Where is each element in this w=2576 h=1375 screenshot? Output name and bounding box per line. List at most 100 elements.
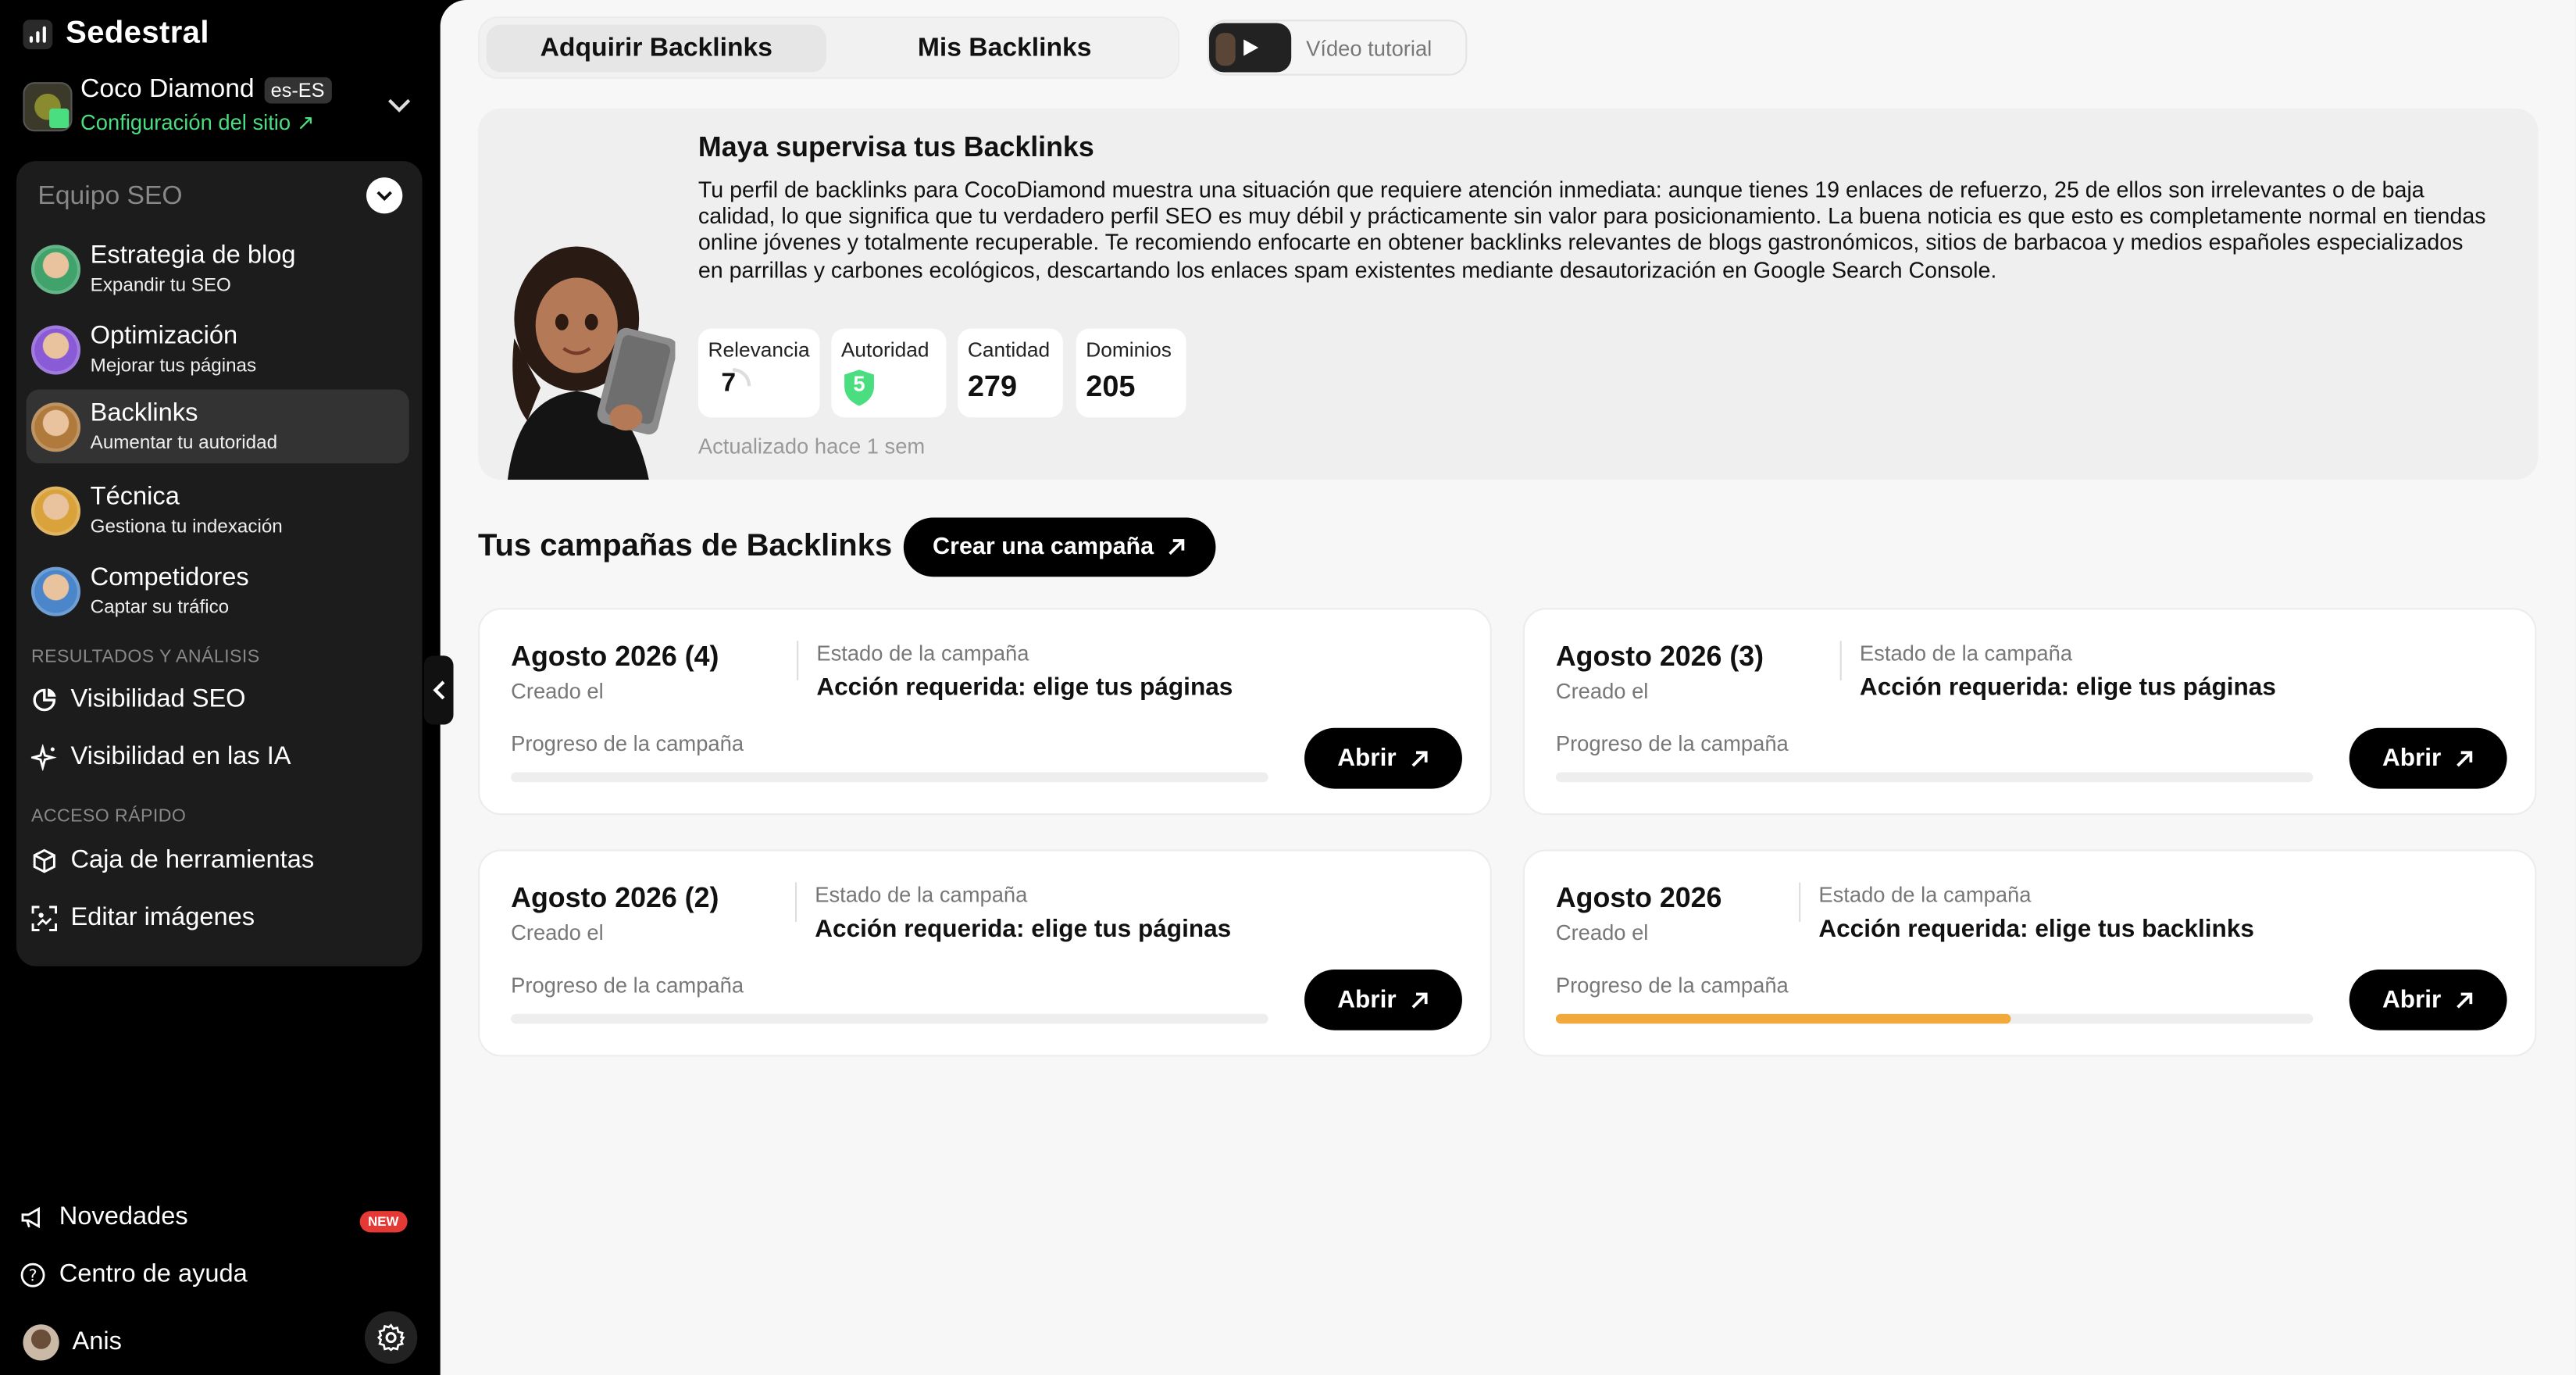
user-menu[interactable]: Anis [23,1324,122,1361]
create-campaign-button[interactable]: Crear una campaña [903,517,1216,577]
open-campaign-button[interactable]: Abrir [2349,969,2507,1030]
open-label: Abrir [2382,744,2442,773]
agent-avatar [30,245,81,295]
campaign-progress-fill [1555,1013,2010,1024]
help-circle-icon: ? [20,1262,46,1288]
campaign-progress-label: Progreso de la campaña [1555,730,1789,756]
chevron-down-icon [376,190,392,201]
divider [1799,882,1801,922]
sidebar-item-optimization[interactable]: Optimización Mejorar tus páginas [27,312,409,387]
cube-icon [31,848,58,874]
open-label: Abrir [2382,985,2442,1014]
site-name-text: Coco Diamond [80,75,255,104]
campaign-status-label: Estado de la campaña [1818,882,2032,908]
brand[interactable]: Sedestral [23,16,209,52]
arrow-up-right-icon [1411,750,1428,766]
quick-access-label: ACCESO RÁPIDO [30,806,187,827]
nav-label: Caja de herramientas [70,846,315,874]
sparkles-icon [30,744,58,771]
sidebar-collapse-handle[interactable] [423,655,454,725]
agent-subtitle: Aumentar tu autoridad [90,434,278,454]
metric-authority: Autoridad 5 [831,328,947,418]
nav-label: Visibilidad SEO [70,685,246,713]
open-campaign-button[interactable]: Abrir [1304,969,1462,1030]
sidebar-item-technical[interactable]: Técnica Gestiona tu indexación [27,473,409,548]
campaign-name: Agosto 2026 (2) [511,882,719,914]
campaign-progress-label: Progreso de la campaña [511,730,744,756]
sidebar-item-edit-images[interactable]: Editar imágenes [31,904,255,934]
nav-label: Visibilidad en las IA [70,742,291,771]
external-arrow-icon: ↗ [296,109,315,135]
open-label: Abrir [1337,985,1397,1014]
chevron-down-icon[interactable] [387,92,411,119]
maya-title: Maya supervisa tus Backlinks [698,131,1094,163]
site-selector[interactable]: Coco Diamond es-ES Configuración del sit… [23,76,417,141]
campaign-status: Acción requerida: elige tus páginas [816,673,1233,702]
sidebar-item-blog-strategy[interactable]: Estrategia de blog Expandir tu SEO [27,232,409,306]
svg-text:?: ? [29,1266,37,1285]
agent-title: Optimización [90,322,238,351]
news-label: Novedades [59,1202,188,1231]
campaign-created: Creado el [511,920,604,945]
news-link[interactable]: Novedades [20,1202,188,1233]
tab-my-backlinks[interactable]: Mis Backlinks [834,25,1174,73]
agent-avatar [30,402,81,452]
divider [797,641,799,680]
open-campaign-button[interactable]: Abrir [1304,727,1462,789]
site-name: Coco Diamond es-ES [80,76,331,105]
campaign-progress-bar [511,772,1268,783]
agent-subtitle: Expandir tu SEO [90,276,231,296]
seo-team-title: Equipo SEO [37,182,183,211]
metric-domains: Dominios 205 [1076,328,1186,418]
campaign-name: Agosto 2026 (3) [1555,641,1764,673]
sidebar: Sedestral Coco Diamond es-ES Configuraci… [0,0,441,1375]
metric-label: Cantidad [967,338,1051,362]
nav-label: Editar imágenes [70,903,255,932]
campaign-status-label: Estado de la campaña [816,641,1029,666]
sidebar-item-ai-visibility[interactable]: Visibilidad en las IA [30,742,291,773]
chevron-left-icon [433,680,445,700]
video-thumbnail [1209,23,1292,73]
campaign-card: Agosto 2026 (2) Creado el Estado de la c… [478,849,1492,1057]
metric-relevance: Relevancia 7 [698,328,820,418]
tab-acquire-backlinks[interactable]: Adquirir Backlinks [486,24,826,73]
collapse-seo-team-button[interactable] [366,177,403,214]
site-config-link[interactable]: Configuración del sitio ↗ [80,110,315,137]
new-badge: NEW [359,1211,407,1233]
agent-title: Estrategia de blog [90,241,296,270]
campaigns-section-title: Tus campañas de Backlinks [478,529,893,564]
divider [794,882,797,922]
campaign-progress-bar [1555,772,2314,783]
open-label: Abrir [1337,744,1397,773]
open-campaign-button[interactable]: Abrir [2349,727,2507,789]
settings-button[interactable] [364,1311,418,1364]
campaign-status-label: Estado de la campaña [1859,641,2073,666]
metric-value: 279 [967,370,1018,403]
agent-title: Competidores [90,563,249,592]
help-label: Centro de ayuda [59,1260,248,1288]
sidebar-item-toolbox[interactable]: Caja de herramientas [31,846,314,876]
video-tutorial-label: Vídeo tutorial [1306,35,1432,60]
gear-icon [376,1323,405,1352]
seo-team-panel: Equipo SEO Estrategia de blog Expandir t… [16,161,423,966]
main-content: Adquirir Backlinks Mis Backlinks Vídeo t… [440,0,2576,1375]
site-config-label: Configuración del sitio [80,109,291,135]
help-center-link[interactable]: ? Centro de ayuda [20,1260,248,1290]
sidebar-item-seo-visibility[interactable]: Visibilidad SEO [31,685,246,715]
video-tutorial-button[interactable]: Vídeo tutorial [1207,20,1468,76]
avatar [23,1324,59,1361]
campaign-name: Agosto 2026 (4) [511,641,719,673]
sidebar-item-backlinks[interactable]: Backlinks Aumentar tu autoridad [26,389,409,464]
user-name: Anis [72,1327,122,1356]
campaign-progress-bar [511,1013,1268,1024]
campaign-status: Acción requerida: elige tus páginas [815,915,1232,944]
agent-title: Técnica [90,483,180,512]
metric-label: Relevancia [708,338,810,362]
agent-avatar [30,325,81,375]
sidebar-item-competitors[interactable]: Competidores Captar su tráfico [27,554,409,628]
campaign-progress-label: Progreso de la campaña [1555,973,1789,998]
metric-value: 205 [1086,370,1136,403]
maya-summary-text: Tu perfil de backlinks para CocoDiamond … [698,177,2486,282]
results-section-label: RESULTADOS Y ANÁLISIS [30,647,260,667]
campaign-status: Acción requerida: elige tus backlinks [1818,915,2254,944]
